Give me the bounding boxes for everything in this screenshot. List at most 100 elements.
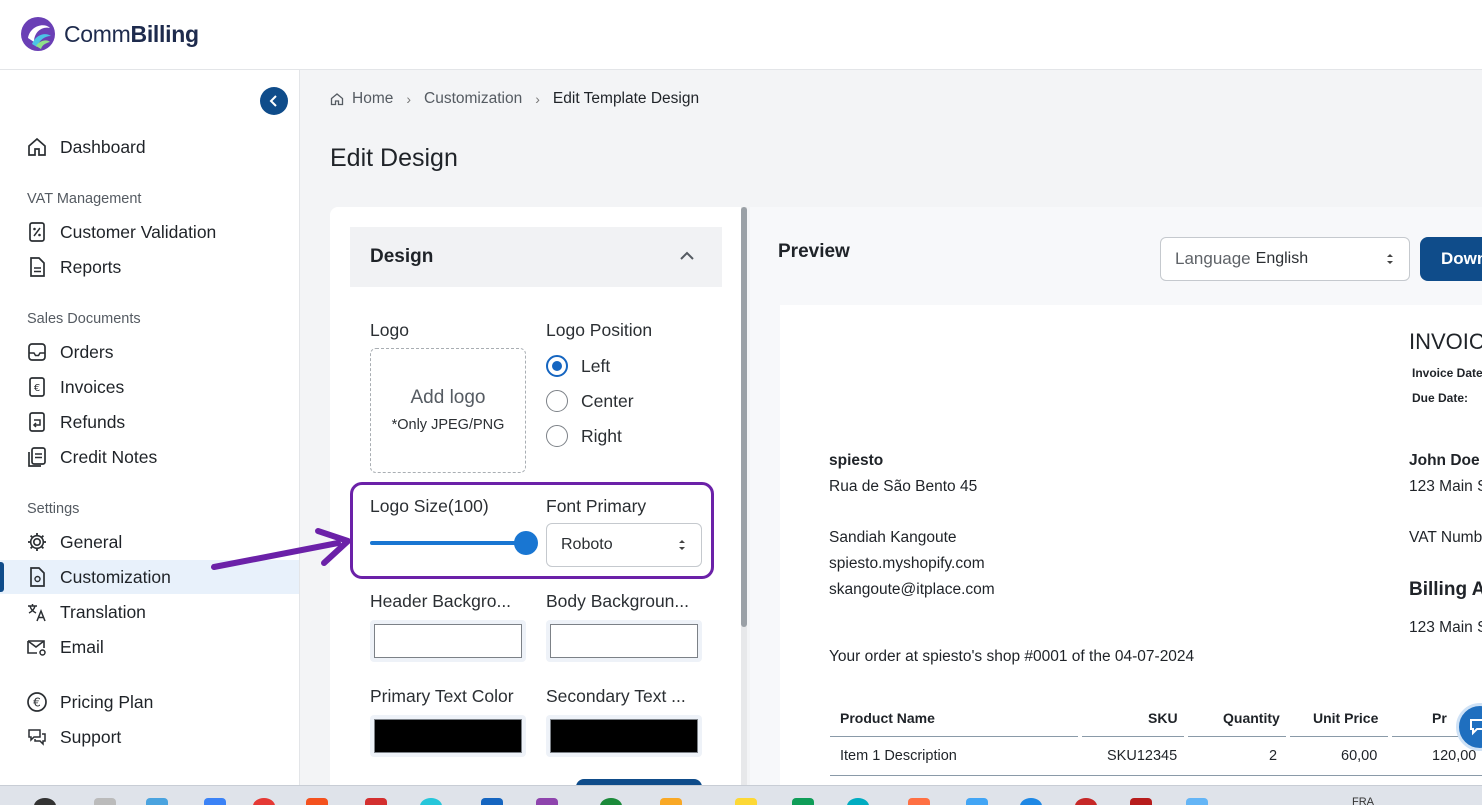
logo-label: Logo [370, 320, 409, 340]
sidebar-item-support[interactable]: Support [0, 720, 299, 754]
chevron-up-icon[interactable] [678, 247, 696, 265]
logo-position-center[interactable]: Center [546, 390, 634, 412]
color-swatch[interactable] [374, 624, 522, 658]
taskbar-app-icon[interactable] [146, 798, 168, 805]
logo-upload-dropzone[interactable]: Add logo *Only JPEG/PNG [370, 348, 526, 473]
euro-circle-icon: € [26, 691, 48, 713]
page-title: Edit Design [330, 144, 458, 172]
language-key: Language [1175, 249, 1251, 268]
document-icon [26, 256, 48, 278]
sidebar-item-orders[interactable]: Orders [0, 335, 299, 369]
download-button[interactable]: Download [1420, 237, 1482, 281]
primary-text-color-picker[interactable] [370, 715, 526, 757]
chevron-left-icon [269, 95, 277, 107]
logo-position-right[interactable]: Right [546, 425, 622, 447]
home-icon [330, 93, 344, 106]
select-arrows-icon [1387, 254, 1393, 264]
seller-email: skangoute@itplace.com [829, 581, 995, 598]
taskbar-app-icon[interactable] [1075, 798, 1097, 805]
taskbar-app-icon[interactable] [94, 798, 116, 805]
buyer-address: 123 Main S [1409, 478, 1482, 495]
section-settings: Settings [27, 501, 80, 517]
taskbar-app-icon[interactable] [600, 798, 622, 805]
sidebar-item-invoices[interactable]: € Invoices [0, 370, 299, 404]
sidebar-item-label: Pricing Plan [60, 691, 154, 712]
breadcrumb-customization[interactable]: Customization [424, 90, 522, 108]
taskbar-app-icon[interactable] [253, 798, 275, 805]
top-bar: CommBilling [0, 0, 1482, 70]
divider [1188, 736, 1286, 737]
radio-center[interactable] [546, 390, 568, 412]
logo-position-left[interactable]: Left [546, 355, 610, 377]
col-quantity: Quantity [1223, 710, 1280, 726]
sidebar-item-customer-validation[interactable]: Customer Validation [0, 215, 299, 249]
taskbar-app-icon[interactable] [1186, 798, 1208, 805]
cell-price: 120,00 [1432, 748, 1477, 764]
sidebar-item-pricing-plan[interactable]: € Pricing Plan [0, 685, 299, 719]
shop-url: spiesto.myshopify.com [829, 555, 985, 572]
sidebar-item-refunds[interactable]: Refunds [0, 405, 299, 439]
radio-label: Right [581, 425, 622, 446]
taskbar-app-icon[interactable] [908, 798, 930, 805]
taskbar-app-icon[interactable] [420, 798, 442, 805]
sidebar: Dashboard VAT Management Customer Valida… [0, 70, 300, 785]
chevron-right-icon: › [406, 91, 412, 107]
taskbar-app-icon[interactable] [966, 798, 988, 805]
taskbar-app-icon[interactable] [660, 798, 682, 805]
seller-name: spiesto [829, 452, 884, 469]
sidebar-item-credit-notes[interactable]: Credit Notes [0, 440, 299, 474]
sidebar-item-reports[interactable]: Reports [0, 250, 299, 284]
radio-right[interactable] [546, 425, 568, 447]
keyboard-language-indicator[interactable]: FRA [1352, 796, 1374, 805]
sidebar-item-dashboard[interactable]: Dashboard [0, 130, 299, 164]
cell-product: Item 1 Description [840, 748, 957, 764]
taskbar-app-icon[interactable] [365, 798, 387, 805]
os-taskbar: FRA [0, 785, 1482, 805]
taskbar-app-icon[interactable] [306, 798, 328, 805]
taskbar-app-icon[interactable] [204, 798, 226, 805]
secondary-text-color-picker[interactable] [546, 715, 702, 757]
invoice-date-label: Invoice Date: [1412, 366, 1482, 380]
section-vat-management: VAT Management [27, 191, 142, 207]
color-swatch[interactable] [374, 719, 522, 753]
sidebar-item-label: Refunds [60, 411, 126, 432]
taskbar-app-icon[interactable] [735, 798, 757, 805]
language-select[interactable]: Language English [1160, 237, 1410, 281]
collapse-sidebar-button[interactable] [260, 87, 288, 115]
col-sku: SKU [1148, 710, 1178, 726]
sidebar-item-label: Email [60, 636, 104, 657]
taskbar-app-icon[interactable] [1130, 798, 1152, 805]
taskbar-app-icon[interactable] [536, 798, 558, 805]
taskbar-app-icon[interactable] [1020, 798, 1042, 805]
sidebar-item-label: Reports [60, 256, 122, 277]
design-panel-scrollbar[interactable] [741, 207, 747, 627]
design-section-header[interactable]: Design [350, 227, 722, 287]
sidebar-item-email[interactable]: Email [0, 630, 299, 664]
sidebar-item-label: Customer Validation [60, 221, 217, 242]
annotation-arrow-icon [211, 528, 351, 570]
header-bg-label: Header Backgro... [370, 591, 512, 611]
taskbar-app-icon[interactable] [847, 798, 869, 805]
logo-format-note: *Only JPEG/PNG [391, 417, 505, 433]
header-bg-color-picker[interactable] [370, 620, 526, 662]
inbox-icon [26, 341, 48, 363]
radio-left[interactable] [546, 355, 568, 377]
chat-icon [26, 726, 48, 748]
billing-heading: Billing A [1409, 579, 1482, 600]
sidebar-item-translation[interactable]: Translation [0, 595, 299, 629]
commbilling-logo-icon [21, 17, 55, 51]
body-bg-color-picker[interactable] [546, 620, 702, 662]
preview-title: Preview [778, 241, 850, 262]
brand-name: CommBilling [64, 20, 199, 47]
euro-doc-icon: € [26, 376, 48, 398]
brand[interactable]: CommBilling [20, 16, 199, 52]
divider [1290, 736, 1388, 737]
taskbar-app-icon[interactable] [792, 798, 814, 805]
section-sales-documents: Sales Documents [27, 311, 141, 327]
color-swatch[interactable] [550, 719, 698, 753]
sidebar-item-label: Orders [60, 341, 114, 362]
search-icon[interactable] [34, 798, 56, 805]
breadcrumb-home[interactable]: Home [352, 90, 393, 108]
color-swatch[interactable] [550, 624, 698, 658]
taskbar-app-icon[interactable] [481, 798, 503, 805]
